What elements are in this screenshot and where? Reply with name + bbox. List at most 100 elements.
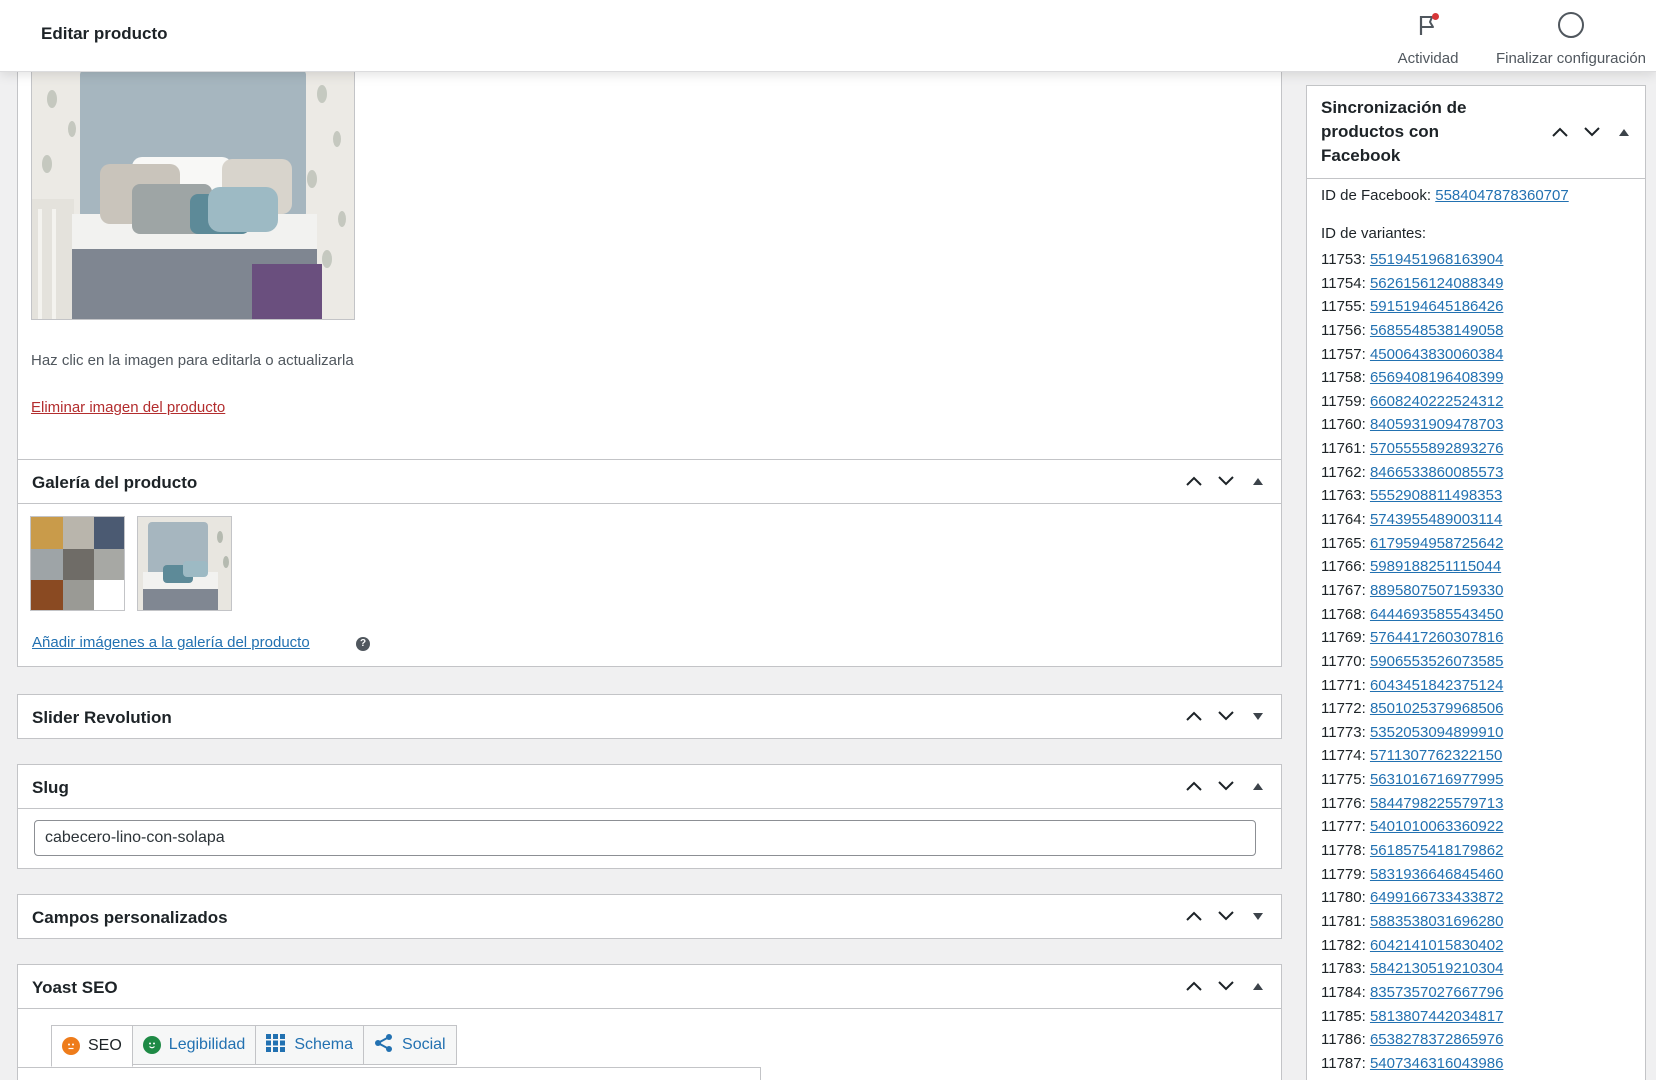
variant-key: 11773:	[1321, 723, 1370, 741]
variant-row: 11766: 5989188251115044	[1321, 555, 1503, 579]
collapse-toggle-icon[interactable]	[1615, 122, 1633, 142]
variant-id-link[interactable]: 5552908811498353	[1370, 487, 1502, 504]
variant-id-link[interactable]: 6499166733433872	[1370, 889, 1503, 906]
help-icon[interactable]: ?	[356, 637, 370, 651]
variant-id-link[interactable]: 5915194645186426	[1370, 298, 1503, 315]
facebook-sync-title: Sincronización de productos con Facebook	[1321, 98, 1467, 165]
expand-toggle-icon[interactable]	[1249, 706, 1267, 726]
tab-social-label: Social	[402, 1036, 446, 1053]
variant-id-link[interactable]: 5813807442034817	[1370, 1008, 1503, 1025]
variant-id-link[interactable]: 5618575418179862	[1370, 842, 1503, 859]
facebook-id-link[interactable]: 5584047878360707	[1435, 187, 1568, 204]
variant-id-link[interactable]: 5883538031696280	[1370, 913, 1503, 930]
variant-id-link[interactable]: 5407346316043986	[1370, 1055, 1503, 1072]
share-icon	[374, 1033, 394, 1058]
variant-id-link[interactable]: 5626156124088349	[1370, 275, 1503, 292]
tab-legibilidad[interactable]: Legibilidad	[132, 1025, 257, 1065]
slug-header: Slug	[18, 765, 1281, 809]
variant-row: 11758: 6569408196408399	[1321, 366, 1503, 390]
variant-id-link[interactable]: 5906553526073585	[1370, 653, 1503, 670]
variant-id-link[interactable]: 6569408196408399	[1370, 369, 1503, 386]
variant-key: 11772:	[1321, 700, 1370, 718]
variant-key: 11766:	[1321, 558, 1370, 576]
variant-key: 11762:	[1321, 463, 1370, 481]
activity-label: Actividad	[1397, 50, 1459, 67]
product-image[interactable]	[31, 68, 355, 320]
move-down-icon[interactable]	[1217, 706, 1235, 726]
collapse-toggle-icon[interactable]	[1249, 471, 1267, 491]
variant-id-link[interactable]: 6444693585543450	[1370, 606, 1503, 623]
custom-fields-title: Campos personalizados	[32, 908, 228, 927]
move-up-icon[interactable]	[1185, 706, 1203, 726]
variant-id-link[interactable]: 6608240222524312	[1370, 393, 1503, 410]
variant-id-link[interactable]: 8895807507159330	[1370, 582, 1503, 599]
variants-list: 11753: 5519451968163904 11754: 5626156124…	[1321, 248, 1503, 1075]
move-down-icon[interactable]	[1217, 906, 1235, 926]
notification-dot	[1432, 13, 1439, 20]
variant-row: 11759: 6608240222524312	[1321, 390, 1503, 414]
variant-id-link[interactable]: 5631016716977995	[1370, 771, 1503, 788]
move-up-icon[interactable]	[1185, 976, 1203, 996]
variant-id-link[interactable]: 6042141015830402	[1370, 937, 1503, 954]
variant-id-link[interactable]: 8357357027667796	[1370, 984, 1503, 1001]
variant-row: 11785: 5813807442034817	[1321, 1005, 1503, 1029]
variant-id-link[interactable]: 5743955489003114	[1370, 511, 1502, 528]
collapse-toggle-icon[interactable]	[1249, 776, 1267, 796]
product-image-box: Haz clic en la imagen para editarla o ac…	[17, 68, 1282, 508]
product-gallery-box: Galería del producto Añadir imágenes a l…	[17, 459, 1282, 667]
variant-id-link[interactable]: 6538278372865976	[1370, 1031, 1503, 1048]
variant-id-link[interactable]: 8405931909478703	[1370, 416, 1503, 433]
variant-id-link[interactable]: 5685548538149058	[1370, 322, 1503, 339]
variant-id-link[interactable]: 5844798225579713	[1370, 795, 1503, 812]
variant-id-link[interactable]: 5711307762322150	[1370, 747, 1502, 764]
move-up-icon[interactable]	[1185, 471, 1203, 491]
move-down-icon[interactable]	[1217, 471, 1235, 491]
remove-image-link[interactable]: Eliminar imagen del producto	[31, 399, 225, 416]
add-gallery-images-link[interactable]: Añadir imágenes a la galería del product…	[32, 634, 310, 651]
move-up-icon[interactable]	[1185, 906, 1203, 926]
gallery-header: Galería del producto	[18, 460, 1281, 504]
variant-row: 11784: 8357357027667796	[1321, 981, 1503, 1005]
expand-toggle-icon[interactable]	[1249, 906, 1267, 926]
tab-seo[interactable]: SEO	[51, 1025, 133, 1067]
yoast-header: Yoast SEO	[18, 965, 1281, 1009]
tab-social[interactable]: Social	[364, 1025, 457, 1065]
variant-id-link[interactable]: 5401010063360922	[1370, 818, 1503, 835]
variant-row: 11774: 5711307762322150	[1321, 744, 1503, 768]
variant-id-link[interactable]: 5705555892893276	[1370, 440, 1503, 457]
move-up-icon[interactable]	[1185, 776, 1203, 796]
variant-id-link[interactable]: 5519451968163904	[1370, 251, 1503, 268]
variant-key: 11774:	[1321, 747, 1370, 765]
variant-row: 11765: 6179594958725642	[1321, 532, 1503, 556]
progress-ring-icon	[1558, 12, 1584, 38]
slug-input[interactable]: cabecero-lino-con-solapa	[34, 820, 1256, 856]
variant-row: 11781: 5883538031696280	[1321, 910, 1503, 934]
variant-key: 11776:	[1321, 794, 1370, 812]
variant-id-link[interactable]: 6043451842375124	[1370, 677, 1503, 694]
variant-key: 11784:	[1321, 983, 1370, 1001]
variant-id-link[interactable]: 5352053094899910	[1370, 724, 1503, 741]
variant-id-link[interactable]: 5989188251115044	[1370, 558, 1501, 575]
slider-revolution-box: Slider Revolution	[17, 694, 1282, 739]
move-down-icon[interactable]	[1217, 976, 1235, 996]
variant-id-link[interactable]: 6179594958725642	[1370, 535, 1503, 552]
variant-id-link[interactable]: 4500643830060384	[1370, 346, 1503, 363]
move-down-icon[interactable]	[1217, 776, 1235, 796]
flag-icon	[1417, 13, 1439, 37]
variant-id-link[interactable]: 5842130519210304	[1370, 960, 1503, 977]
variant-id-link[interactable]: 5831936646845460	[1370, 866, 1503, 883]
tab-schema[interactable]: Schema	[256, 1025, 365, 1065]
variant-id-link[interactable]: 5764417260307816	[1370, 629, 1503, 646]
bed-photo	[32, 69, 354, 319]
variant-id-link[interactable]: 8466533860085573	[1370, 464, 1503, 481]
move-down-icon[interactable]	[1583, 122, 1601, 142]
move-up-icon[interactable]	[1551, 122, 1569, 142]
finish-setup-button[interactable]: Finalizar configuración	[1486, 10, 1656, 67]
collapse-toggle-icon[interactable]	[1249, 976, 1267, 996]
gallery-thumbnail-bed[interactable]	[137, 516, 232, 611]
gallery-title: Galería del producto	[32, 473, 198, 492]
variant-id-link[interactable]: 8501025379968506	[1370, 700, 1503, 717]
activity-button[interactable]: Actividad	[1390, 10, 1466, 67]
gallery-thumbnail-swatches[interactable]	[30, 516, 125, 611]
variant-key: 11763:	[1321, 487, 1370, 505]
